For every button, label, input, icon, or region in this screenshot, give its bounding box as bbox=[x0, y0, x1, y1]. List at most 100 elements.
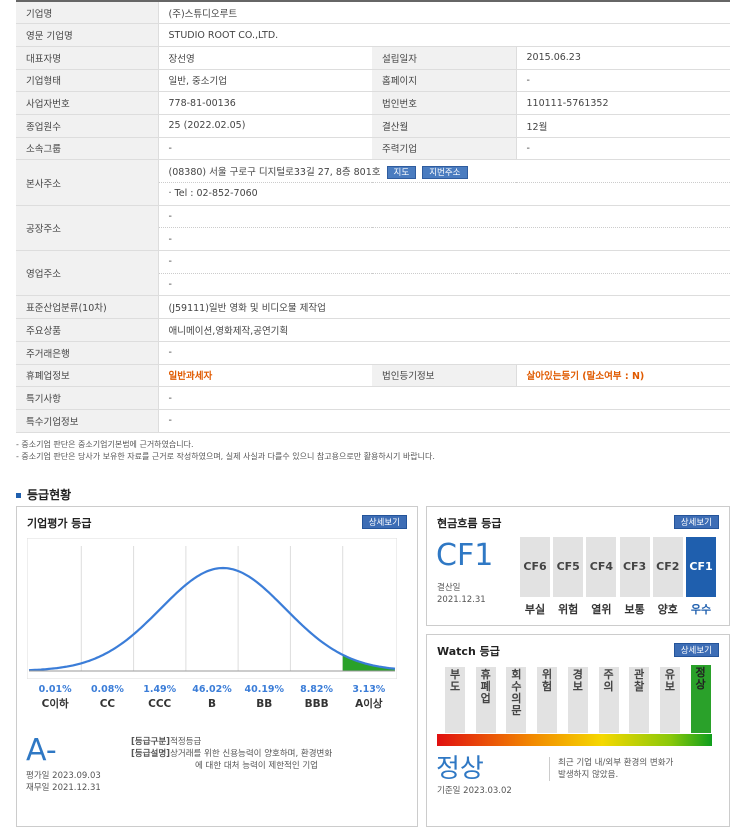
section-title: 등급현황 bbox=[16, 486, 71, 503]
watch-level: 주의 bbox=[598, 667, 619, 733]
cashflow-date: 2021.12.31 bbox=[437, 595, 486, 605]
label-main-company: 주력기업 bbox=[372, 137, 517, 161]
category-label: C이하 bbox=[42, 697, 69, 710]
category-label: CC bbox=[100, 698, 116, 710]
label-business-number: 사업자번호 bbox=[16, 91, 159, 115]
credit-grade: A- bbox=[26, 733, 57, 768]
category-label: A이상 bbox=[355, 697, 383, 710]
fin-date: 재무일 2021.12.31 bbox=[26, 783, 101, 793]
value-office-2: - bbox=[158, 273, 731, 297]
cashflow-dates: 결산일 2021.12.31 bbox=[437, 582, 486, 606]
value-company-name: (주)스튜디오루트 bbox=[158, 0, 731, 25]
watch-detail-button[interactable]: 상세보기 bbox=[673, 643, 719, 657]
cashflow-word: 보통 bbox=[624, 603, 645, 616]
category-percent: 3.13% bbox=[352, 684, 385, 695]
value-industry: (J59111)일반 영화 및 비디오물 제작업 bbox=[158, 295, 731, 320]
cashflow-word: 열위 bbox=[591, 603, 612, 616]
label-factory-address: 공장주소 bbox=[16, 205, 159, 252]
value-settlement-month: 12월 bbox=[516, 114, 731, 138]
distribution-labels: 0.01% C이하 0.08% CC 1.49% CCC 46.02% B 40.19% BB 8.… bbox=[39, 684, 386, 710]
map-button[interactable]: 지도 bbox=[386, 165, 417, 179]
label-group: 소속그룹 bbox=[16, 137, 159, 161]
value-company-type: 일반, 중소기업 bbox=[158, 69, 372, 93]
cashflow-title: 현금흐름 등급 bbox=[437, 517, 502, 530]
value-business-number: 778-81-00136 bbox=[158, 91, 372, 115]
watch-level: 유보 bbox=[659, 667, 680, 733]
company-info-table: 기업명 (주)스튜디오루트 영문 기업명 STUDIO ROOT CO.,LTD. … bbox=[16, 0, 731, 433]
credit-rating-box: 기업평가 등급 상세보기 0.01% C이하 0.08% CC 1.49% CCC 46.0… bbox=[16, 506, 418, 827]
value-homepage: - bbox=[516, 69, 731, 93]
watch-level: 위험 bbox=[537, 667, 558, 733]
label-homepage: 홈페이지 bbox=[372, 69, 517, 93]
watch-level: 휴폐업 bbox=[475, 667, 496, 733]
grade-description: [등급구분]적정등급 [등급설명]상거래를 위한 신용능력이 양호하며, 환경변… bbox=[131, 736, 411, 772]
category-label: B bbox=[208, 698, 216, 710]
cashflow-cell-cf2: CF2 bbox=[652, 537, 683, 597]
cashflow-cell-cf4: CF4 bbox=[586, 537, 617, 597]
label-english-name: 영문 기업명 bbox=[16, 23, 159, 47]
watch-level: 관찰 bbox=[629, 667, 650, 733]
class-text: 적정등급 bbox=[170, 737, 202, 747]
credit-detail-button[interactable]: 상세보기 bbox=[361, 515, 407, 529]
category-label: BB bbox=[256, 698, 272, 710]
watch-date: 기준일 2023.03.02 bbox=[437, 786, 512, 796]
lot-address-button[interactable]: 지번주소 bbox=[422, 165, 468, 179]
value-special-company: - bbox=[158, 409, 731, 433]
cashflow-word: 위험 bbox=[558, 603, 579, 616]
label-settlement-month: 결산월 bbox=[372, 114, 517, 138]
category-percent: 46.02% bbox=[192, 684, 232, 695]
eval-date: 평가일 2023.09.03 bbox=[26, 771, 101, 781]
value-closure-info: 일반과세자 bbox=[158, 364, 372, 388]
credit-rating-title: 기업평가 등급 bbox=[27, 517, 92, 530]
watch-level: 정상 bbox=[690, 665, 711, 733]
value-main-company: - bbox=[516, 137, 731, 161]
value-hq-tel: · Tel : 02-852-7060 bbox=[158, 182, 731, 206]
distribution-svg bbox=[26, 537, 398, 680]
bullet-icon bbox=[16, 493, 21, 498]
cashflow-date-label: 결산일 bbox=[437, 583, 461, 593]
desc-line1: 상거래를 위한 신용능력이 양호하며, 환경변화 bbox=[170, 749, 333, 759]
label-company-name: 기업명 bbox=[16, 0, 159, 25]
value-english-name: STUDIO ROOT CO.,LTD. bbox=[158, 23, 731, 47]
value-factory-1: - bbox=[158, 205, 731, 229]
cashflow-word: 양호 bbox=[657, 603, 678, 616]
cashflow-cell-cf3: CF3 bbox=[619, 537, 650, 597]
category-label: BBB bbox=[305, 698, 329, 710]
cashflow-cell-cf6: CF6 bbox=[520, 537, 550, 597]
label-office-address: 영업주소 bbox=[16, 250, 159, 297]
label-ceo: 대표자명 bbox=[16, 46, 159, 70]
label-special-notes: 특기사항 bbox=[16, 386, 159, 410]
cashflow-grade: CF1 bbox=[436, 538, 494, 573]
footnote: - 중소기업 판단은 중소기업기본법에 근거하였습니다. bbox=[16, 440, 194, 449]
watch-level: 경보 bbox=[567, 667, 588, 733]
category-percent: 0.01% bbox=[39, 684, 72, 695]
value-hq-address: (08380) 서울 구로구 디지털로33길 27, 8층 801호 bbox=[168, 166, 381, 178]
value-office-1: - bbox=[158, 250, 731, 274]
label-founded: 설립일자 bbox=[372, 46, 517, 70]
eval-dates: 평가일 2023.09.03 재무일 2021.12.31 bbox=[26, 770, 101, 794]
value-employees: 25 (2022.02.05) bbox=[158, 114, 372, 138]
cashflow-word: 우수 bbox=[690, 603, 712, 616]
label-bank: 주거래은행 bbox=[16, 341, 159, 365]
footnotes: - 중소기업 판단은 중소기업기본법에 근거하였습니다. - 중소기업 판단은 … bbox=[16, 439, 435, 463]
watch-level: 회수의문 bbox=[506, 667, 527, 733]
watch-level: 부도 bbox=[445, 667, 465, 733]
category-percent: 8.82% bbox=[300, 684, 333, 695]
label-registry-info: 법인등기정보 bbox=[372, 364, 517, 388]
watch-box: Watch 등급 상세보기 부도 휴폐업 회수의문 위험경보주의관찰유보정상 정상 기… bbox=[426, 634, 730, 827]
label-employees: 종업원수 bbox=[16, 114, 159, 138]
category-percent: 40.19% bbox=[244, 684, 284, 695]
chart-frame bbox=[26, 537, 398, 680]
category-percent: 0.08% bbox=[91, 684, 124, 695]
desc-tag: [등급설명] bbox=[131, 749, 171, 759]
cashflow-detail-button[interactable]: 상세보기 bbox=[673, 515, 719, 529]
value-group: - bbox=[158, 137, 372, 161]
cashflow-box: 현금흐름 등급 상세보기 CF1 결산일 2021.12.31 CF6 부실 CF5… bbox=[426, 506, 730, 626]
value-factory-2: - bbox=[158, 227, 731, 252]
desc-line2: 에 대한 대처 능력이 제한적인 기업 bbox=[195, 761, 318, 771]
category-percent: 1.49% bbox=[143, 684, 176, 695]
value-founded: 2015.06.23 bbox=[516, 46, 731, 70]
label-closure-info: 휴폐업정보 bbox=[16, 364, 159, 388]
label-industry: 표준산업분류(10차) bbox=[16, 295, 159, 320]
value-corp-number: 110111-5761352 bbox=[516, 91, 731, 115]
